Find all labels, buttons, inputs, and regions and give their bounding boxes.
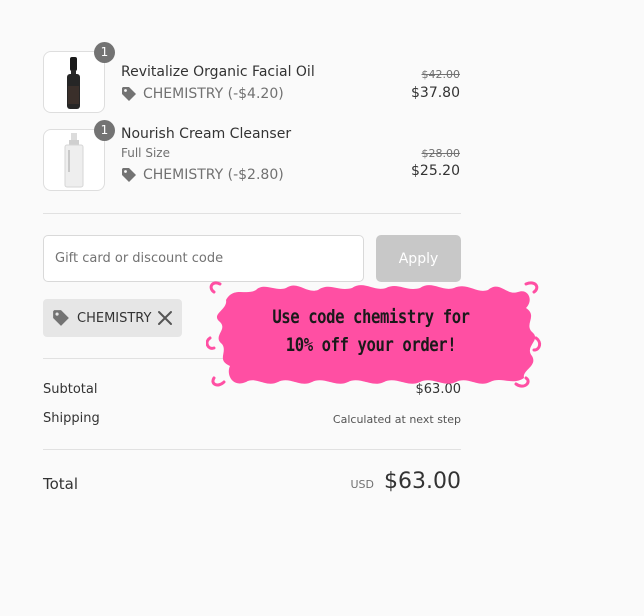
divider [43,449,461,450]
applied-discount-code: CHEMISTRY [77,310,152,326]
item-discount-facial-oil: CHEMISTRY (-$4.20) [121,86,284,102]
promo-line-2: 10% off your order! [285,334,457,356]
discount-tag-icon [122,87,136,101]
item-name-cream-cleanser: Nourish Cream Cleanser [121,126,292,142]
price-facial-oil: $37.80 [411,85,460,101]
divider [43,213,461,214]
total-price: USD $63.00 [351,469,462,494]
total-currency: USD [350,478,375,491]
original-price-facial-oil: $42.00 [421,68,461,81]
applied-discount-chip: CHEMISTRY [43,299,182,337]
remove-discount-close-icon[interactable] [157,310,173,326]
item-discount-label: CHEMISTRY (-$2.80) [143,167,284,183]
quantity-badge: 1 [94,120,115,141]
original-price-cream-cleanser: $28.00 [421,147,461,160]
subtotal-label: Subtotal [43,382,98,397]
cream-cleanser-bottle-image [64,133,84,188]
promo-line-1: Use code chemistry for [272,306,470,328]
promo-sticker: Use code chemistry for 10% off your orde… [206,278,542,390]
total-label: Total [43,475,79,493]
price-cream-cleanser: $25.20 [411,163,460,179]
facial-oil-bottle-image [67,57,80,109]
product-thumbnail-facial-oil: 1 [43,42,115,113]
shipping-label: Shipping [43,411,100,426]
total-amount: $63.00 [384,469,461,494]
item-discount-label: CHEMISTRY (-$4.20) [143,86,284,102]
item-name-facial-oil: Revitalize Organic Facial Oil [121,64,315,80]
discount-tag-icon [122,168,136,182]
shipping-value: Calculated at next step [332,413,461,426]
promo-text: Use code chemistry for 10% off your orde… [260,303,481,359]
discount-tag-icon [53,310,69,326]
apply-button[interactable]: Apply [376,235,461,282]
discount-code-input[interactable] [43,235,364,282]
item-discount-cream-cleanser: CHEMISTRY (-$2.80) [121,167,284,183]
item-variant-cream-cleanser: Full Size [121,146,170,160]
product-thumbnail-cream-cleanser: 1 [43,120,115,191]
quantity-badge: 1 [94,42,115,63]
